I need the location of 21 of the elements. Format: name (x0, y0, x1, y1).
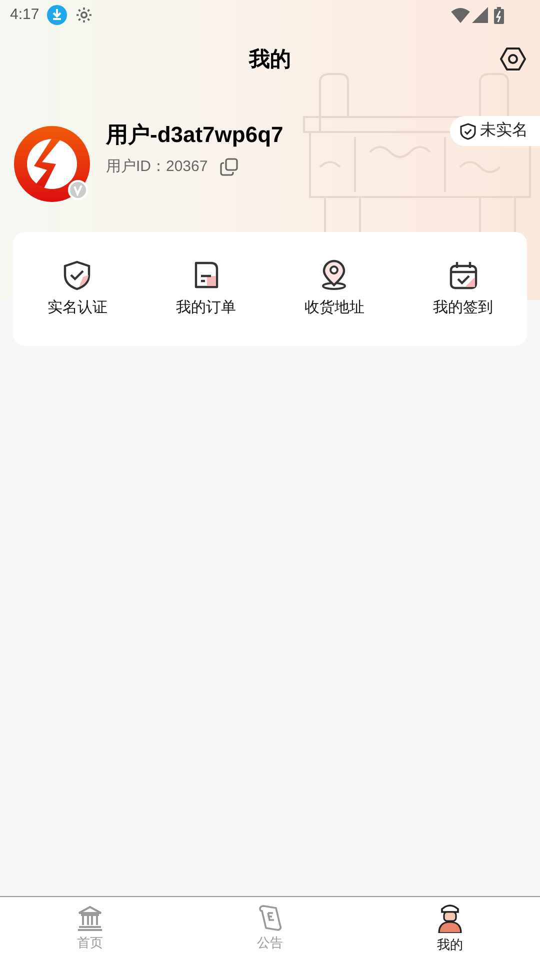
download-icon (47, 5, 68, 25)
shortcut-item[interactable]: 我的订单 (142, 258, 270, 320)
shield-icon (460, 122, 476, 140)
battery-icon (494, 6, 504, 24)
person-icon (436, 902, 464, 933)
building-icon (77, 904, 103, 931)
username: 用户-d3at7wp6q7 (106, 121, 284, 149)
copy-icon[interactable] (220, 158, 238, 176)
verify-status-badge[interactable]: 未实名 (450, 116, 540, 146)
settings-icon (75, 6, 94, 24)
tab[interactable]: 我的 (360, 897, 540, 960)
page-title: 我的 (249, 47, 291, 74)
settings-icon[interactable] (500, 46, 526, 72)
status-time: 4:17 (10, 4, 40, 25)
user-id: 用户ID：20367 (106, 157, 208, 177)
shortcut-item[interactable]: 实名认证 (13, 258, 142, 320)
wifi-icon (451, 8, 470, 22)
shortcut-item[interactable]: 收货地址 (270, 258, 398, 320)
scroll-icon (256, 904, 284, 931)
signal-icon (472, 7, 488, 23)
shortcut-item[interactable]: 我的签到 (398, 258, 527, 320)
